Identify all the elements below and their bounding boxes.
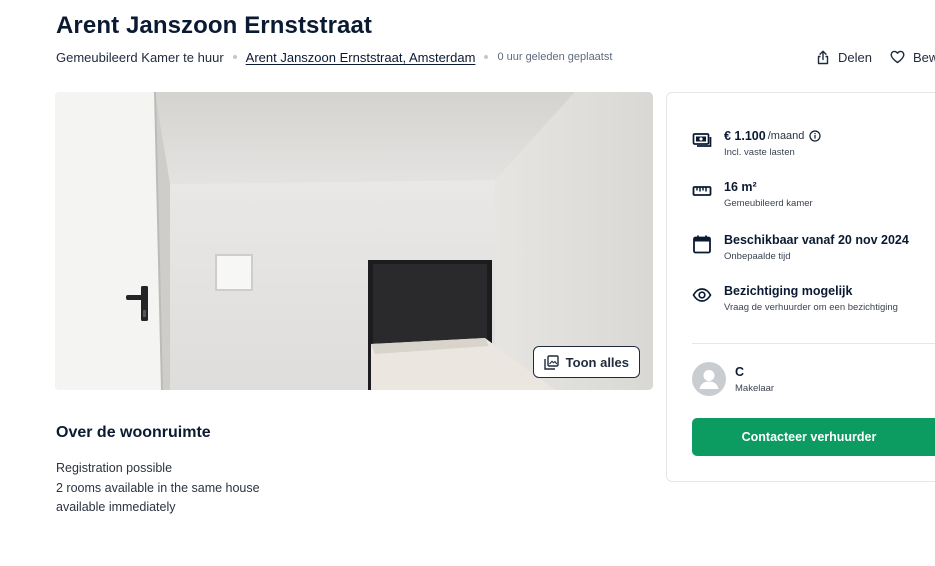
description-line: Registration possible <box>56 461 173 475</box>
save-button[interactable]: Bew <box>890 50 935 65</box>
price-row: € 1.100 /maand Incl. vaste lasten <box>692 129 822 158</box>
listing-actions: Delen Bew <box>816 48 935 66</box>
share-label: Delen <box>838 49 872 65</box>
gallery-icon <box>543 354 559 370</box>
price-value: € 1.100 <box>724 129 766 143</box>
separator-dot <box>484 55 489 59</box>
eye-icon <box>692 288 712 302</box>
listing-photo[interactable]: Toon alles <box>55 92 653 390</box>
page-title: Arent Janszoon Ernststraat <box>56 12 373 39</box>
agent-info[interactable]: C Makelaar <box>692 362 774 396</box>
ruler-icon <box>692 186 712 196</box>
heart-icon <box>890 50 905 64</box>
calendar-icon <box>693 235 711 254</box>
size-note: Gemeubileerd kamer <box>724 198 813 209</box>
user-icon <box>699 370 719 389</box>
card-divider <box>692 343 935 344</box>
listing-page: Arent Janszoon Ernststraat Gemeubileerd … <box>0 0 935 566</box>
save-label: Bew <box>912 49 935 65</box>
about-description: Registration possible 2 rooms available … <box>56 459 260 518</box>
price-note: Incl. vaste lasten <box>724 147 795 158</box>
description-line: available immediately <box>56 500 176 514</box>
availability-note: Onbepaalde tijd <box>724 251 791 262</box>
viewing-note: Vraag de verhuurder om een bezichtiging <box>724 302 898 313</box>
price-unit: /maand <box>767 130 805 142</box>
address-link[interactable]: Arent Janszoon Ernststraat, Amsterdam <box>246 50 476 65</box>
listing-subline: Gemeubileerd Kamer te huur Arent Janszoo… <box>56 48 612 66</box>
viewing-value: Bezichtiging mogelijk <box>724 284 853 298</box>
listing-type: Gemeubileerd Kamer te huur <box>56 49 224 65</box>
contact-landlord-button[interactable]: Contacteer verhuurder <box>692 418 935 456</box>
size-value: 16 m² <box>724 180 757 194</box>
availability-value: Beschikbaar vanaf 20 nov 2024 <box>724 233 909 247</box>
agent-name: C <box>735 364 745 379</box>
share-button[interactable]: Delen <box>816 50 872 65</box>
separator-dot <box>232 55 237 59</box>
avatar <box>692 362 726 396</box>
viewing-row: Bezichtiging mogelijk Vraag de verhuurde… <box>692 284 898 313</box>
availability-row: Beschikbaar vanaf 20 nov 2024 Onbepaalde… <box>692 233 909 262</box>
agent-role: Makelaar <box>735 382 775 394</box>
posted-time: 0 uur geleden geplaatst <box>497 51 613 63</box>
info-icon[interactable] <box>809 130 822 142</box>
show-all-label: Toon alles <box>565 354 629 370</box>
size-row: 16 m² Gemeubileerd kamer <box>692 180 813 209</box>
share-icon <box>817 50 829 64</box>
money-icon <box>692 133 712 147</box>
details-card: € 1.100 /maand Incl. vaste lasten 16 m² <box>666 92 935 482</box>
about-title: Over de woonruimte <box>56 424 211 441</box>
show-all-photos-button[interactable]: Toon alles <box>532 346 640 378</box>
description-line: 2 rooms available in the same house <box>56 480 260 495</box>
